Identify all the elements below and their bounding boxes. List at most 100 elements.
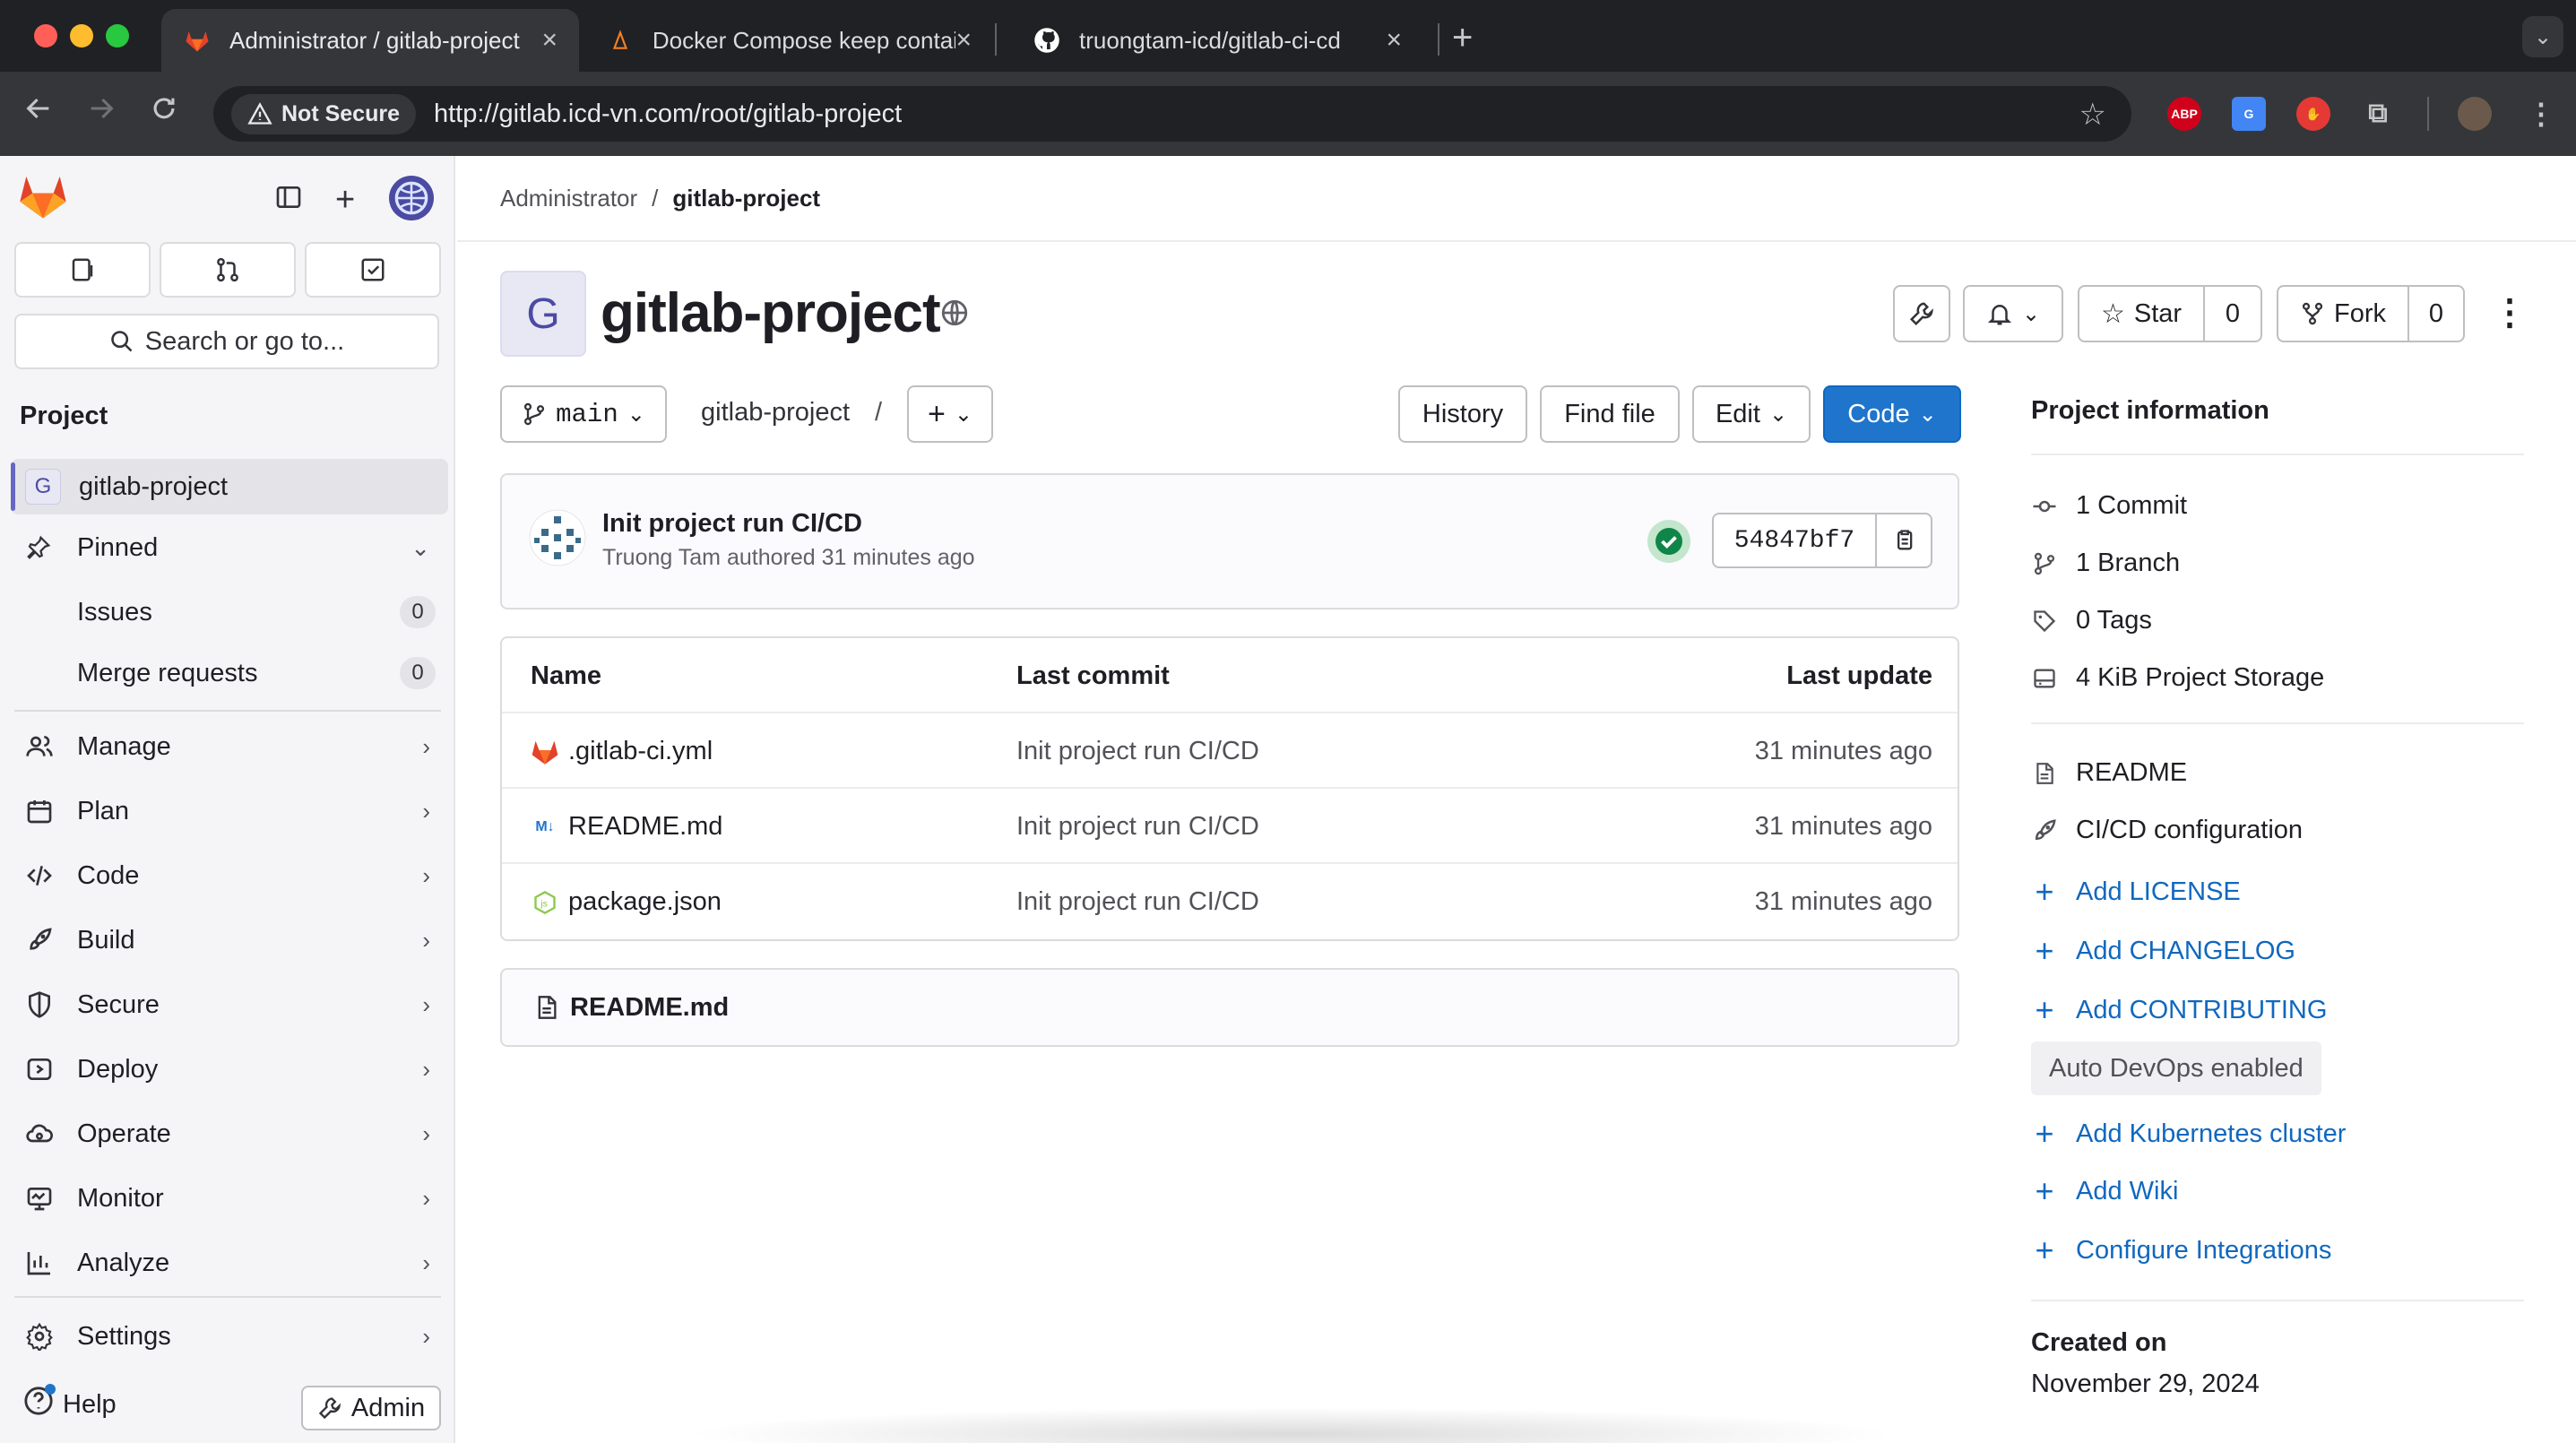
sidebar-item-code[interactable]: Code › bbox=[11, 850, 448, 902]
window-zoom-button[interactable] bbox=[106, 24, 129, 48]
file-name[interactable]: package.json bbox=[568, 887, 722, 917]
sidebar-item-deploy[interactable]: Deploy › bbox=[11, 1043, 448, 1095]
window-close-button[interactable] bbox=[34, 24, 57, 48]
sidebar-item-build[interactable]: Build › bbox=[11, 914, 448, 966]
sidebar-item-issues[interactable]: Issues 0 bbox=[77, 586, 436, 638]
table-row[interactable]: M↓ README.md Init project run CI/CD 31 m… bbox=[502, 789, 1958, 864]
tab-close-icon[interactable]: × bbox=[955, 25, 972, 56]
adblock-extension-icon[interactable]: ABP bbox=[2167, 97, 2201, 131]
add-changelog-link[interactable]: + Add CHANGELOG bbox=[2031, 932, 2295, 970]
configure-integrations-link[interactable]: + Configure Integrations bbox=[2031, 1231, 2331, 1269]
security-indicator[interactable]: Not Secure bbox=[231, 93, 416, 134]
sidebar-item-project[interactable]: G gitlab-project bbox=[11, 459, 448, 514]
back-button[interactable] bbox=[23, 93, 54, 132]
sidebar-toggle-icon[interactable] bbox=[274, 183, 303, 216]
star-count[interactable]: 0 bbox=[2203, 287, 2260, 341]
commit-title[interactable]: Init project run CI/CD bbox=[602, 509, 862, 539]
find-file-label: Find file bbox=[1564, 399, 1655, 428]
sidebar-item-settings[interactable]: Settings › bbox=[11, 1310, 448, 1362]
tags-link[interactable]: 0 Tags bbox=[2031, 606, 2152, 635]
gitlab-logo-icon[interactable] bbox=[18, 172, 68, 225]
address-bar[interactable]: Not Secure http://gitlab.icd-vn.com/root… bbox=[213, 86, 2131, 142]
shield-icon bbox=[25, 990, 63, 1019]
project-settings-button[interactable] bbox=[1893, 285, 1950, 342]
find-file-button[interactable]: Find file bbox=[1540, 385, 1680, 443]
readme-link[interactable]: README bbox=[2031, 758, 2187, 788]
user-avatar[interactable] bbox=[389, 176, 434, 220]
sidebar-item-pinned[interactable]: Pinned ⌄ bbox=[11, 522, 448, 574]
breadcrumb-current[interactable]: gitlab-project bbox=[672, 185, 820, 212]
add-contributing-link[interactable]: + Add CONTRIBUTING bbox=[2031, 991, 2327, 1029]
merge-requests-shortcut-button[interactable] bbox=[160, 242, 296, 298]
fork-button[interactable]: Fork 0 bbox=[2277, 285, 2465, 342]
todos-shortcut-button[interactable] bbox=[305, 242, 441, 298]
add-file-dropdown[interactable]: + ⌄ bbox=[907, 385, 993, 443]
auto-devops-badge[interactable]: Auto DevOps enabled bbox=[2031, 1041, 2321, 1095]
file-last-commit[interactable]: Init project run CI/CD bbox=[1016, 887, 1259, 917]
tab-search-button[interactable]: ⌄ bbox=[2522, 16, 2563, 57]
browser-tab-docker[interactable]: Docker Compose keep contai × bbox=[584, 9, 993, 72]
reload-button[interactable] bbox=[149, 93, 179, 132]
branch-selector[interactable]: main ⌄ bbox=[500, 385, 667, 443]
browser-tab-gitlab[interactable]: Administrator / gitlab-project × bbox=[161, 9, 579, 72]
star-button[interactable]: ☆ Star 0 bbox=[2078, 285, 2262, 342]
file-name[interactable]: .gitlab-ci.yml bbox=[568, 737, 713, 766]
sidebar-item-operate[interactable]: Operate › bbox=[11, 1108, 448, 1160]
extensions-puzzle-icon[interactable]: ⧉ bbox=[2361, 97, 2395, 131]
branches-link[interactable]: 1 Branch bbox=[2031, 549, 2180, 578]
forward-button[interactable] bbox=[86, 93, 117, 132]
readme-title[interactable]: README.md bbox=[570, 993, 729, 1023]
breadcrumb-item[interactable]: Administrator bbox=[500, 185, 637, 212]
add-license-link[interactable]: + Add LICENSE bbox=[2031, 873, 2240, 911]
bookmark-star-icon[interactable]: ☆ bbox=[2079, 97, 2106, 133]
help-button[interactable]: Help bbox=[23, 1384, 117, 1423]
profile-avatar[interactable] bbox=[2458, 97, 2492, 131]
sidebar-item-plan[interactable]: Plan › bbox=[11, 785, 448, 837]
sidebar-item-label: Pinned bbox=[77, 532, 159, 562]
add-kubernetes-link[interactable]: + Add Kubernetes cluster bbox=[2031, 1115, 2346, 1153]
storage-link[interactable]: 4 KiB Project Storage bbox=[2031, 663, 2324, 693]
browser-menu-icon[interactable]: ⋮ bbox=[2524, 97, 2558, 131]
sidebar-item-label: Build bbox=[77, 925, 135, 955]
create-new-icon[interactable]: + bbox=[335, 181, 355, 220]
code-dropdown[interactable]: Code ⌄ bbox=[1823, 385, 1961, 443]
sidebar-item-secure[interactable]: Secure › bbox=[11, 979, 448, 1031]
copy-sha-button[interactable] bbox=[1875, 514, 1931, 566]
fork-count[interactable]: 0 bbox=[2407, 287, 2463, 341]
table-row[interactable]: .gitlab-ci.yml Init project run CI/CD 31… bbox=[502, 713, 1958, 789]
sidebar-search-button[interactable]: Search or go to... bbox=[14, 314, 439, 369]
tab-close-icon[interactable]: × bbox=[1386, 25, 1402, 56]
url-text[interactable]: http://gitlab.icd-vn.com/root/gitlab-pro… bbox=[434, 99, 902, 129]
translate-extension-icon[interactable]: G bbox=[2232, 97, 2266, 131]
admin-area-button[interactable]: Admin bbox=[301, 1386, 441, 1430]
edit-dropdown[interactable]: Edit ⌄ bbox=[1692, 385, 1811, 443]
commit-sha[interactable]: 54847bf7 bbox=[1714, 514, 1875, 566]
history-button[interactable]: History bbox=[1398, 385, 1527, 443]
security-label: Not Secure bbox=[281, 100, 400, 126]
sidebar-item-merge-requests[interactable]: Merge requests 0 bbox=[77, 647, 436, 699]
pipeline-status-icon[interactable] bbox=[1647, 520, 1690, 563]
cicd-config-link[interactable]: CI/CD configuration bbox=[2031, 816, 2303, 845]
tab-close-icon[interactable]: × bbox=[541, 25, 558, 56]
file-name[interactable]: README.md bbox=[568, 812, 722, 842]
file-last-commit[interactable]: Init project run CI/CD bbox=[1016, 812, 1259, 842]
sidebar-item-monitor[interactable]: Monitor › bbox=[11, 1172, 448, 1224]
browser-tab-github[interactable]: truongtam-icd/gitlab-ci-cd × bbox=[1011, 9, 1423, 72]
more-actions-icon[interactable]: ⋮ bbox=[2492, 292, 2528, 333]
new-tab-button[interactable]: + bbox=[1452, 18, 1473, 58]
sidebar-item-analyze[interactable]: Analyze › bbox=[11, 1237, 448, 1289]
column-header-last-update: Last update bbox=[1786, 661, 1932, 690]
shield-extension-icon[interactable]: ✋ bbox=[2296, 97, 2330, 131]
author-avatar[interactable] bbox=[529, 509, 586, 566]
sidebar-item-manage[interactable]: Manage › bbox=[11, 721, 448, 773]
issues-shortcut-button[interactable] bbox=[14, 242, 151, 298]
notifications-dropdown[interactable]: ⌄ bbox=[1963, 285, 2063, 342]
window-minimize-button[interactable] bbox=[70, 24, 93, 48]
stat-label: 0 Tags bbox=[2076, 606, 2152, 635]
repo-path[interactable]: gitlab-project bbox=[701, 398, 850, 428]
commits-link[interactable]: 1 Commit bbox=[2031, 491, 2187, 521]
file-last-commit[interactable]: Init project run CI/CD bbox=[1016, 737, 1259, 766]
table-row[interactable]: js package.json Init project run CI/CD 3… bbox=[502, 864, 1958, 939]
add-wiki-link[interactable]: + Add Wiki bbox=[2031, 1172, 2178, 1210]
plus-icon: + bbox=[2035, 991, 2054, 1028]
